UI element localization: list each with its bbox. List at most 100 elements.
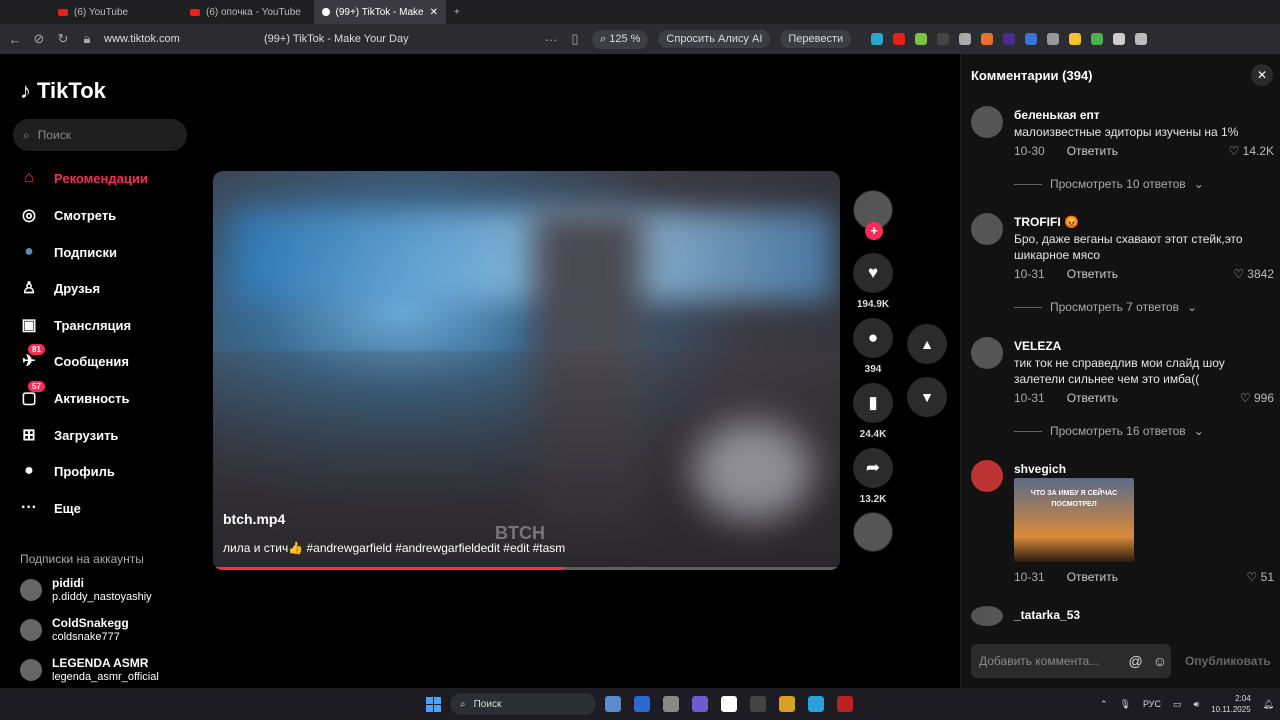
nav-activity[interactable]: ▢ 57 Активность <box>18 381 129 411</box>
nav-messages[interactable]: ✈ 81 Сообщения <box>18 344 129 374</box>
comment-likes[interactable]: ♡ 14.2K <box>1229 144 1274 158</box>
comment-count: 394 <box>864 364 882 375</box>
taskbar-app-icon[interactable] <box>779 696 795 712</box>
chevron-up-icon[interactable]: ⌃ <box>1100 699 1108 710</box>
like-button[interactable]: ♥ <box>853 253 893 293</box>
taskbar-search[interactable]: ⌕ Поиск <box>450 693 596 715</box>
nav-live[interactable]: ▣ Трансляция <box>18 312 131 338</box>
next-video-button[interactable]: ▼ <box>907 377 947 417</box>
follow-plus-icon[interactable]: + <box>865 222 883 240</box>
shield-extension-icon[interactable] <box>959 33 972 45</box>
avatar[interactable] <box>971 460 1003 492</box>
extension-icon[interactable] <box>1113 33 1126 45</box>
shield-icon[interactable]: ⊘ <box>32 31 46 47</box>
taskbar-app-icon[interactable] <box>663 696 679 712</box>
view-replies-button[interactable]: Просмотреть 7 ответов ⌄ <box>1014 300 1197 314</box>
microphone-icon[interactable]: 🎙︎ <box>1120 699 1131 710</box>
zoom-level[interactable]: ⌕ 125 % <box>592 29 649 49</box>
windows-start-icon[interactable] <box>426 697 441 712</box>
comment-likes[interactable]: ♡ 3842 <box>1233 267 1274 281</box>
mention-icon[interactable]: @ <box>1128 653 1142 669</box>
nav-explore[interactable]: ◎ Смотреть <box>18 202 116 228</box>
taskbar-app-icon[interactable] <box>837 696 853 712</box>
reply-button[interactable]: Ответить <box>1067 144 1118 158</box>
yandex-browser-icon[interactable] <box>721 696 737 712</box>
comment-input[interactable]: Добавить коммента... @ ☺ <box>971 644 1171 678</box>
extension-icon[interactable] <box>1025 33 1038 45</box>
browser-tab-youtube-2[interactable]: (6) опочка - YouTube <box>182 0 314 24</box>
network-icon[interactable]: ▭ <box>1173 699 1182 710</box>
nav-friends[interactable]: ♙ Друзья <box>18 275 100 301</box>
volume-icon[interactable]: 🔊︎ <box>1194 699 1200 710</box>
telegram-icon[interactable] <box>808 696 824 712</box>
translate-button[interactable]: Перевести <box>780 30 852 48</box>
extensions-menu-icon[interactable] <box>1135 33 1148 45</box>
extension-icon[interactable] <box>871 33 884 45</box>
tiktok-logo[interactable]: ♪ TikTok <box>20 78 106 104</box>
comment-likes[interactable]: ♡ 51 <box>1247 570 1274 584</box>
comment-username[interactable]: беленькая епт <box>1014 108 1100 122</box>
clock[interactable]: 2:04 10.11.2025 <box>1211 693 1250 715</box>
new-tab-button[interactable]: + <box>446 0 470 24</box>
url-field[interactable]: www.tiktok.com <box>104 33 254 45</box>
avatar[interactable] <box>971 106 1003 138</box>
taskbar-app-icon[interactable] <box>692 696 708 712</box>
notifications-icon[interactable]: 🔔︎ <box>1263 699 1274 710</box>
post-comment-button[interactable]: Опубликовать <box>1185 654 1271 668</box>
comment-button[interactable]: ● <box>853 318 893 358</box>
extension-icon[interactable] <box>937 33 950 45</box>
extension-icon[interactable] <box>1003 33 1016 45</box>
reply-button[interactable]: Ответить <box>1067 267 1118 281</box>
view-replies-button[interactable]: Просмотреть 10 ответов ⌄ <box>1014 177 1204 191</box>
nav-label: Смотреть <box>54 207 117 223</box>
video-progress-bar[interactable] <box>213 567 840 570</box>
extension-icon[interactable] <box>1047 33 1060 45</box>
back-icon[interactable]: ← <box>8 32 22 47</box>
following-account[interactable]: pididi p.diddy_nastoyashiy <box>20 576 152 604</box>
browser-tab-youtube[interactable]: (6) YouTube <box>50 0 182 24</box>
ask-alice-button[interactable]: Спросить Алису AI <box>658 30 771 48</box>
taskbar-app-icon[interactable] <box>605 696 621 712</box>
nav-upload[interactable]: ⊞ Загрузить <box>18 422 118 448</box>
bookmark-icon[interactable]: ▯ <box>568 31 582 47</box>
extension-icon[interactable] <box>981 33 994 45</box>
comment-username[interactable]: shvegich <box>1014 462 1066 476</box>
following-account[interactable]: LEGENDA ASMR legenda_asmr_official <box>20 656 159 684</box>
extension-icon[interactable] <box>1091 33 1104 45</box>
comment-username[interactable]: VELEZA <box>1014 339 1061 353</box>
avatar[interactable] <box>971 606 1003 626</box>
avatar[interactable] <box>971 213 1003 245</box>
comment-username[interactable]: TROFIFI 😡 <box>1014 215 1079 229</box>
following-account[interactable]: ColdSnakegg coldsnake777 <box>20 616 129 644</box>
nav-profile[interactable]: ● Профиль <box>18 458 115 484</box>
extension-icon[interactable] <box>1069 33 1082 45</box>
emoji-icon[interactable]: ☺ <box>1153 653 1167 669</box>
reload-icon[interactable]: ↻ <box>56 31 70 47</box>
save-button[interactable]: ▮ <box>853 383 893 423</box>
extension-icon[interactable] <box>915 33 928 45</box>
nav-following[interactable]: ● Подписки <box>18 239 117 265</box>
reply-button[interactable]: Ответить <box>1067 570 1118 584</box>
comment-image[interactable]: ЧТО ЗА ИМБУ Я СЕЙЧАС ПОСМОТРЕЛ <box>1014 478 1134 562</box>
video-player[interactable]: BTCH btch.mp4 лила и стич👍 #andrewgarfie… <box>213 171 840 570</box>
comment-username[interactable]: _tatarka_53 <box>1014 608 1080 622</box>
avatar[interactable] <box>971 337 1003 369</box>
keyboard-language[interactable]: РУС <box>1143 699 1161 709</box>
video-title[interactable]: btch.mp4 <box>223 511 285 527</box>
view-replies-button[interactable]: Просмотреть 16 ответов ⌄ <box>1014 424 1204 438</box>
taskbar-app-icon[interactable] <box>634 696 650 712</box>
nav-more[interactable]: ··· Еще <box>18 495 81 521</box>
music-disc-avatar[interactable] <box>853 512 893 552</box>
browser-tab-tiktok[interactable]: (99+) TikTok - Make ✕ <box>314 0 446 24</box>
reply-button[interactable]: Ответить <box>1067 391 1118 405</box>
close-comments-button[interactable]: ✕ <box>1251 64 1273 86</box>
more-icon[interactable]: ··· <box>544 32 558 47</box>
comment-likes[interactable]: ♡ 996 <box>1240 391 1274 405</box>
close-tab-icon[interactable]: ✕ <box>430 7 438 18</box>
share-button[interactable]: ➦ <box>853 448 893 488</box>
nav-recommended[interactable]: ⌂ Рекомендации <box>18 165 148 191</box>
search-input[interactable]: ⌕ Поиск <box>13 119 187 151</box>
taskbar-app-icon[interactable] <box>750 696 766 712</box>
youtube-extension-icon[interactable] <box>893 33 906 45</box>
previous-video-button[interactable]: ▲ <box>907 324 947 364</box>
